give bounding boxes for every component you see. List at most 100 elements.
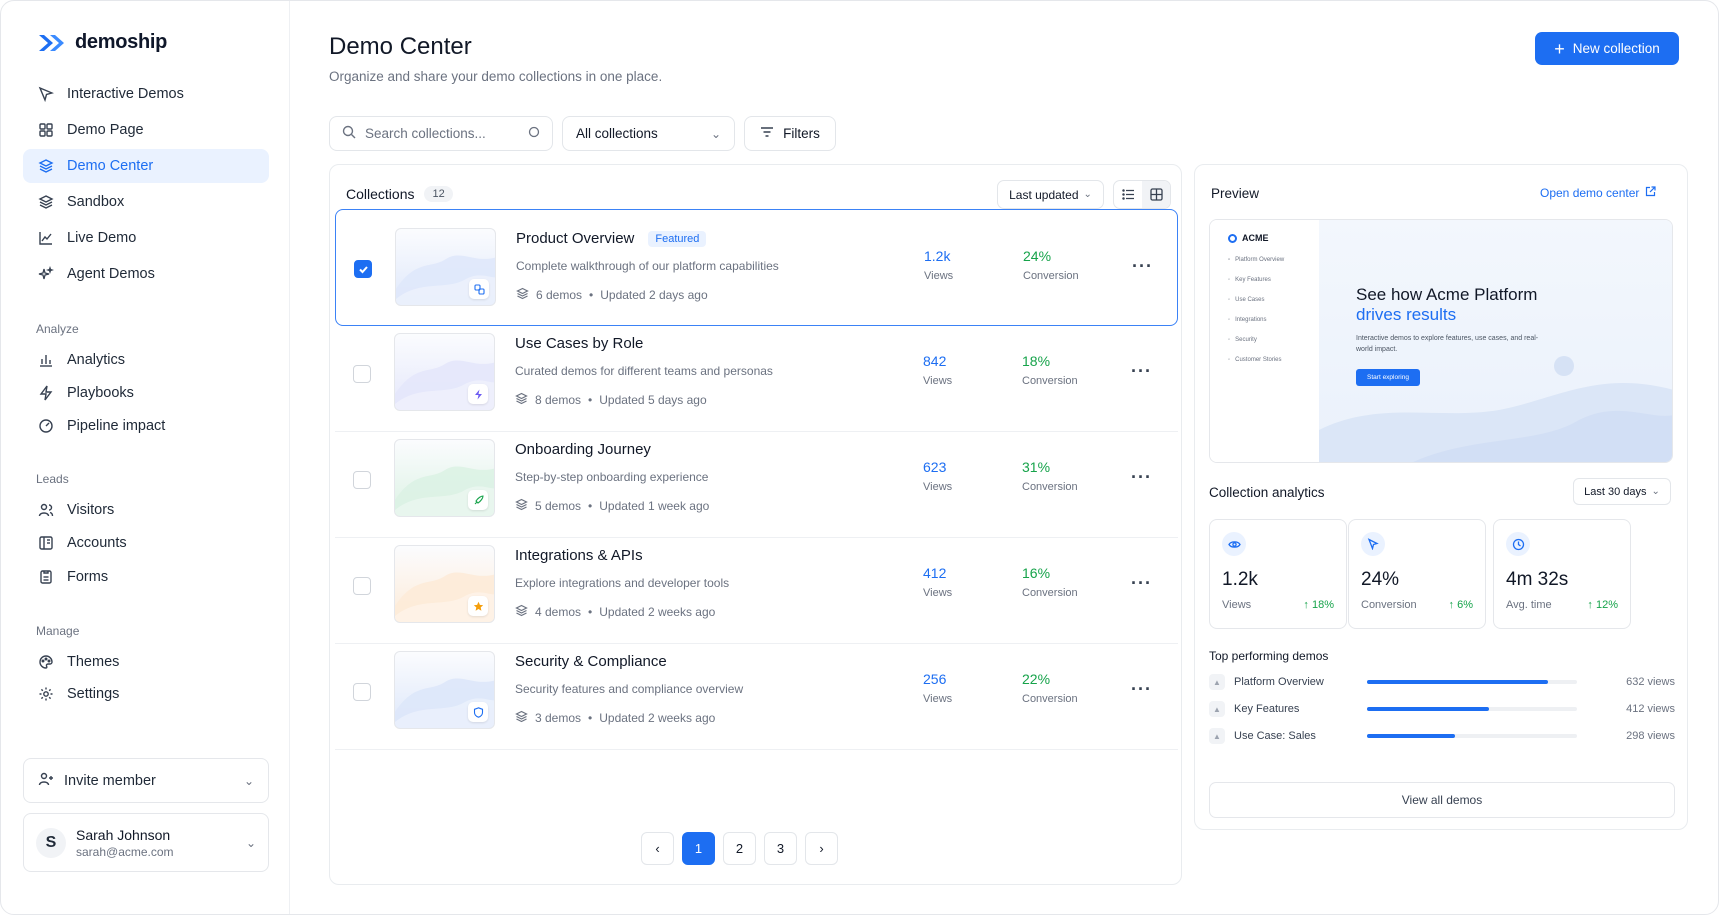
row-checkbox[interactable] <box>354 260 372 278</box>
top-demo-views: 412 views <box>1626 703 1675 715</box>
top-demos-title: Top performing demos <box>1209 649 1329 663</box>
stat-value: 1.2k <box>1222 569 1258 590</box>
preview-cta-button[interactable]: Start exploring <box>1356 369 1420 386</box>
sidebar-item-interactive-demos[interactable]: Interactive Demos <box>23 77 269 111</box>
sidebar-item-visitors[interactable]: Visitors <box>23 493 269 527</box>
sidebar-item-themes[interactable]: Themes <box>23 645 269 679</box>
date-range-select[interactable]: Last 30 days ⌄ <box>1573 478 1671 505</box>
stat-label: Avg. time <box>1506 599 1552 611</box>
layers-icon <box>515 604 528 620</box>
row-checkbox[interactable] <box>353 577 371 595</box>
user-menu[interactable]: S Sarah Johnson sarah@acme.com ⌄ <box>23 813 269 872</box>
views-metric: 412 Views <box>923 565 952 599</box>
new-collection-button[interactable]: + New collection <box>1535 32 1679 65</box>
open-demo-center-link[interactable]: Open demo center <box>1540 186 1657 200</box>
list-view-button[interactable] <box>1114 181 1142 208</box>
demo-preview[interactable]: ACME ▫ Platform Overview ◦ Key Features ◦ U… <box>1209 219 1673 463</box>
view-all-demos-button[interactable]: View all demos <box>1209 782 1675 818</box>
filters-label: Filters <box>783 126 820 141</box>
collection-row[interactable]: Use Cases by Role Curated demos for diffe… <box>335 315 1178 432</box>
sidebar-item-live-demo[interactable]: Live Demo <box>23 221 269 255</box>
sidebar-item-sandbox[interactable]: Sandbox <box>23 185 269 219</box>
sidebar-item-demo-page[interactable]: Demo Page <box>23 113 269 147</box>
collections-panel: Collections 12 Last updated ⌄ Product Ov… <box>329 164 1182 885</box>
top-demo-row[interactable]: ▲ Use Case: Sales 298 views <box>1209 726 1675 746</box>
row-checkbox[interactable] <box>353 683 371 701</box>
page-3-button[interactable]: 3 <box>764 832 797 865</box>
loading-circle-icon <box>528 126 540 141</box>
row-checkbox[interactable] <box>353 471 371 489</box>
views-label: Views <box>923 481 953 493</box>
sidebar-item-playbooks[interactable]: Playbooks <box>23 376 269 410</box>
conversion-label: Conversion <box>1022 587 1078 599</box>
stat-value: 24% <box>1361 569 1400 590</box>
collections-filter-select[interactable]: All collections ⌄ <box>562 116 735 151</box>
pagination: ‹ 1 2 3 › <box>641 832 838 865</box>
next-page-button[interactable]: › <box>805 832 838 865</box>
top-demo-row[interactable]: ▲ Key Features 412 views <box>1209 699 1675 719</box>
user-name: Sarah Johnson <box>76 826 171 843</box>
page-2-button[interactable]: 2 <box>723 832 756 865</box>
collection-title[interactable]: Onboarding Journey <box>515 441 651 458</box>
logo[interactable]: demoship <box>37 31 167 54</box>
sidebar-item-settings[interactable]: Settings <box>23 677 269 711</box>
grid-icon <box>1149 188 1163 201</box>
external-link-icon <box>1645 186 1657 200</box>
updated-time: Updated 2 weeks ago <box>599 605 716 619</box>
sidebar-item-accounts[interactable]: Accounts <box>23 526 269 560</box>
top-demo-row[interactable]: ▲ Platform Overview 632 views <box>1209 672 1675 692</box>
sidebar-item-pipeline-impact[interactable]: Pipeline impact <box>23 409 269 443</box>
collection-thumbnail <box>395 228 496 306</box>
more-options-icon[interactable]: ··· <box>1131 361 1152 382</box>
conversion-metric: 18% Conversion <box>1022 353 1078 387</box>
collection-title-row: Use Cases by Role <box>515 335 643 352</box>
collection-row[interactable]: Integrations & APIs Explore integrations … <box>335 527 1178 644</box>
collection-title[interactable]: Security & Compliance <box>515 653 667 670</box>
prev-page-button[interactable]: ‹ <box>641 832 674 865</box>
cursor-icon <box>1361 532 1385 556</box>
top-demo-bar-track <box>1367 734 1577 738</box>
sort-select[interactable]: Last updated ⌄ <box>997 180 1104 209</box>
more-options-icon[interactable]: ··· <box>1131 679 1152 700</box>
more-options-icon[interactable]: ··· <box>1132 256 1153 277</box>
collection-row[interactable]: Security & Compliance Security features a… <box>335 633 1178 750</box>
row-checkbox[interactable] <box>353 365 371 383</box>
sidebar-item-analytics[interactable]: Analytics <box>23 343 269 377</box>
shield-icon <box>468 702 488 722</box>
sidebar-item-forms[interactable]: Forms <box>23 560 269 594</box>
preview-nav-label: Integrations <box>1235 317 1267 323</box>
invite-member-button[interactable]: Invite member ⌄ <box>23 758 269 803</box>
search-input[interactable]: Search collections... <box>329 116 553 151</box>
conversion-value: 18% <box>1022 353 1051 369</box>
grid-view-button[interactable] <box>1142 181 1170 208</box>
collection-thumbnail <box>394 439 495 517</box>
page-1-button[interactable]: 1 <box>682 832 715 865</box>
sidebar-item-label: Playbooks <box>67 385 134 401</box>
sidebar-item-demo-center[interactable]: Demo Center <box>23 149 269 183</box>
updated-time: Updated 1 week ago <box>599 499 710 513</box>
nav-dot-icon: ◦ <box>1228 297 1231 303</box>
collection-title[interactable]: Product Overview <box>516 230 634 247</box>
preview-nav-label: Security <box>1235 337 1257 343</box>
updated-time: Updated 2 weeks ago <box>599 711 716 725</box>
collection-row[interactable]: Onboarding Journey Step-by-step onboardin… <box>335 421 1178 538</box>
preview-nav-item: ◦ Customer Stories <box>1228 357 1282 363</box>
filters-button[interactable]: Filters <box>744 116 836 151</box>
user-plus-icon <box>38 771 54 791</box>
demo-thumb-icon: ▲ <box>1209 701 1225 717</box>
sidebar-item-agent-demos[interactable]: Agent Demos <box>23 257 269 291</box>
meta-separator: • <box>589 288 594 302</box>
more-options-icon[interactable]: ··· <box>1131 573 1152 594</box>
user-email: sarah@acme.com <box>76 844 174 859</box>
preview-nav-item: ▫ Platform Overview <box>1228 257 1284 263</box>
collection-row[interactable]: Product Overview Featured Complete walkthr… <box>335 209 1178 326</box>
more-options-icon[interactable]: ··· <box>1131 467 1152 488</box>
collection-title[interactable]: Use Cases by Role <box>515 335 643 352</box>
views-label: Views <box>923 587 953 599</box>
sidebar-item-label: Live Demo <box>67 230 137 246</box>
collection-title[interactable]: Integrations & APIs <box>515 547 643 564</box>
preview-nav-label: Key Features <box>1235 277 1271 283</box>
preview-nav-label: Customer Stories <box>1235 357 1282 363</box>
new-collection-label: New collection <box>1572 41 1660 56</box>
conversion-metric: 24% Conversion <box>1023 248 1079 282</box>
